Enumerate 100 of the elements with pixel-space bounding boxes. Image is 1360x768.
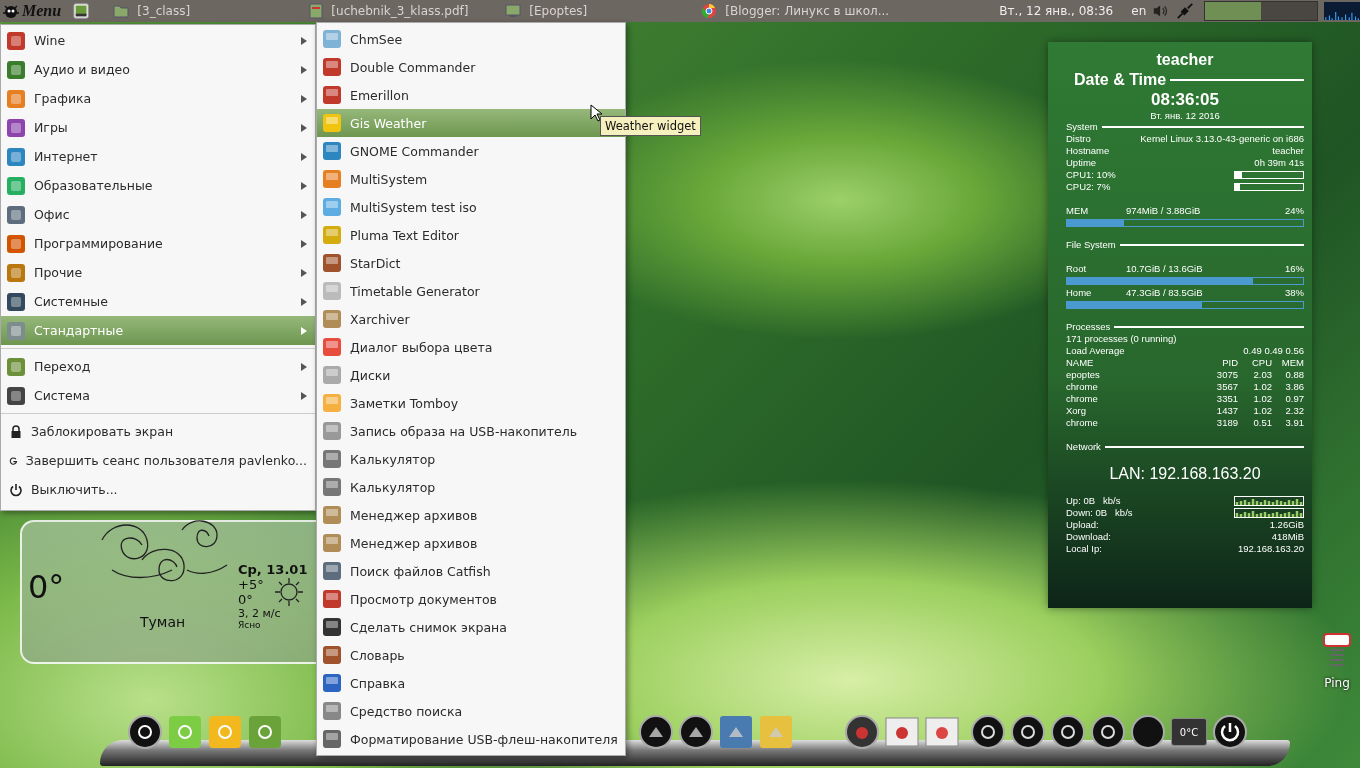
- monitor-icon: [505, 4, 522, 18]
- menu-item[interactable]: Словарь: [317, 641, 625, 669]
- menu-item[interactable]: Заблокировать экран: [1, 417, 315, 446]
- menu-item[interactable]: Диски: [317, 361, 625, 389]
- submenu-arrow-icon: [301, 36, 307, 45]
- menu-item[interactable]: MultiSystem test iso: [317, 193, 625, 221]
- app-icon: [322, 561, 342, 581]
- menu-item[interactable]: Менеджер архивов: [317, 501, 625, 529]
- menu-item[interactable]: Заметки Tomboy: [317, 389, 625, 417]
- cpu-graph: [1324, 1, 1360, 21]
- menu-item[interactable]: Игры: [1, 113, 315, 142]
- taskbar-button[interactable]: [Blogger: Линукс в школ...: [697, 0, 894, 22]
- app-icon: [322, 645, 342, 665]
- round-launcher-icon[interactable]: [1131, 715, 1165, 749]
- app-icon: [322, 57, 342, 77]
- forecast-high: +5°: [238, 577, 264, 592]
- menu-item[interactable]: StarDict: [317, 249, 625, 277]
- keyboard-layout[interactable]: en: [1131, 4, 1147, 18]
- menu-item[interactable]: Завершить сеанс пользователя pavlenko...: [1, 446, 315, 475]
- menu-item[interactable]: Emerillon: [317, 81, 625, 109]
- menu-item[interactable]: Выключить...: [1, 475, 315, 504]
- menu-item[interactable]: Калькулятор: [317, 445, 625, 473]
- stat-label: Hostname: [1066, 145, 1110, 157]
- taskbar-button[interactable]: [uchebnik_3_klass.pdf]: [305, 0, 502, 22]
- menu-item[interactable]: Аудио и видео: [1, 55, 315, 84]
- menu-item[interactable]: Timetable Generator: [317, 277, 625, 305]
- menu-item[interactable]: Программирование: [1, 229, 315, 258]
- table-cell-text: chrome: [1066, 417, 1099, 429]
- category-icon: [6, 385, 26, 406]
- category-icon: [6, 175, 26, 196]
- app-icon: [322, 701, 342, 721]
- menu-item[interactable]: Прочие: [1, 258, 315, 287]
- weather-condition: Туман: [140, 614, 186, 630]
- clock-date: Вт. янв. 12 2016: [1149, 110, 1221, 121]
- plug-icon[interactable]: [1176, 1, 1195, 21]
- app-icon: [322, 169, 342, 189]
- stat-value: Kernel Linux 3.13.0-43-generic on i686: [1140, 133, 1304, 145]
- table-cell-text: 0.97: [1284, 393, 1304, 405]
- menu-item[interactable]: Форматирование USB-флеш-накопителя: [317, 725, 625, 753]
- section-heading: System: [1066, 121, 1098, 133]
- menu-item[interactable]: Интернет: [1, 142, 315, 171]
- pointer-icon: [590, 104, 602, 122]
- menu-item[interactable]: ChmSee: [317, 25, 625, 53]
- menu-item[interactable]: Офис: [1, 200, 315, 229]
- stat-percent: 24%: [1285, 205, 1304, 217]
- taskbar-button[interactable]: [3_class]: [109, 0, 306, 22]
- submenu-arrow-icon: [301, 152, 307, 161]
- submenu-arrow-icon: [301, 94, 307, 103]
- menu-item[interactable]: Wine: [1, 26, 315, 55]
- menu-item[interactable]: Сделать снимок экрана: [317, 613, 625, 641]
- app-icon: [322, 29, 342, 49]
- category-icon: [6, 88, 26, 109]
- taskbar-button[interactable]: [Epoptes]: [501, 0, 698, 22]
- category-icon: [6, 204, 26, 225]
- menu-item[interactable]: Калькулятор: [317, 473, 625, 501]
- menu-item[interactable]: Менеджер архивов: [317, 529, 625, 557]
- sun-icon: [273, 577, 304, 607]
- stat-percent: 38%: [1285, 287, 1304, 299]
- app-icon: [322, 85, 342, 105]
- menu-item[interactable]: Pluma Text Editor: [317, 221, 625, 249]
- table-cell-text: epoptes: [1066, 369, 1101, 381]
- menu-item[interactable]: Диалог выбора цвета: [317, 333, 625, 361]
- clock[interactable]: Вт., 12 янв., 08:36: [999, 4, 1114, 18]
- menu-item[interactable]: MultiSystem: [317, 165, 625, 193]
- menu-item[interactable]: Образовательные: [1, 171, 315, 200]
- stat-value: 47.3GiB / 83.5GiB: [1126, 287, 1203, 299]
- process-summary: 171 processes (0 running): [1066, 333, 1177, 345]
- menu-item[interactable]: Справка: [317, 669, 625, 697]
- menu-item[interactable]: Поиск файлов Catfish: [317, 557, 625, 585]
- menu-item[interactable]: Double Commander: [317, 53, 625, 81]
- stat-label: Local Ip:: [1066, 543, 1102, 555]
- menu-item[interactable]: Системные: [1, 287, 315, 316]
- desktop-icon[interactable]: [73, 2, 90, 20]
- table-cell-text: 2.03: [1252, 369, 1272, 381]
- app-icon: [322, 533, 342, 553]
- browser-icon: [701, 3, 718, 19]
- stat-label: MEM: [1066, 205, 1090, 217]
- stat-value: 0.49 0.49 0.56: [1243, 345, 1304, 357]
- stat-label: Home: [1066, 287, 1093, 299]
- menu-item[interactable]: GNOME Commander: [317, 137, 625, 165]
- menu-item[interactable]: Графика: [1, 84, 315, 113]
- temperature-launcher[interactable]: 0°C: [1171, 718, 1207, 746]
- category-icon: [6, 117, 26, 138]
- table-cell-text: 1437: [1215, 405, 1238, 417]
- submenu-arrow-icon: [301, 297, 307, 306]
- menu-item[interactable]: Просмотр документов: [317, 585, 625, 613]
- app-icon: [322, 673, 342, 693]
- desktop-icon-label[interactable]: Ping: [1324, 676, 1350, 690]
- app-icon: [322, 449, 342, 469]
- menu-item[interactable]: Средство поиска: [317, 697, 625, 725]
- menu-item[interactable]: Запись образа на USB-накопитель: [317, 417, 625, 445]
- menu-item[interactable]: Xarchiver: [317, 305, 625, 333]
- table-cell-text: 3.91: [1284, 417, 1304, 429]
- app-icon: [322, 281, 342, 301]
- stat-label: CPU1: 10%: [1066, 169, 1116, 181]
- app-icon: [322, 729, 342, 749]
- app-icon: [322, 113, 342, 133]
- menu-item[interactable]: Переход: [1, 352, 315, 381]
- power-icon[interactable]: [1213, 715, 1247, 749]
- menu-item[interactable]: Система: [1, 381, 315, 410]
